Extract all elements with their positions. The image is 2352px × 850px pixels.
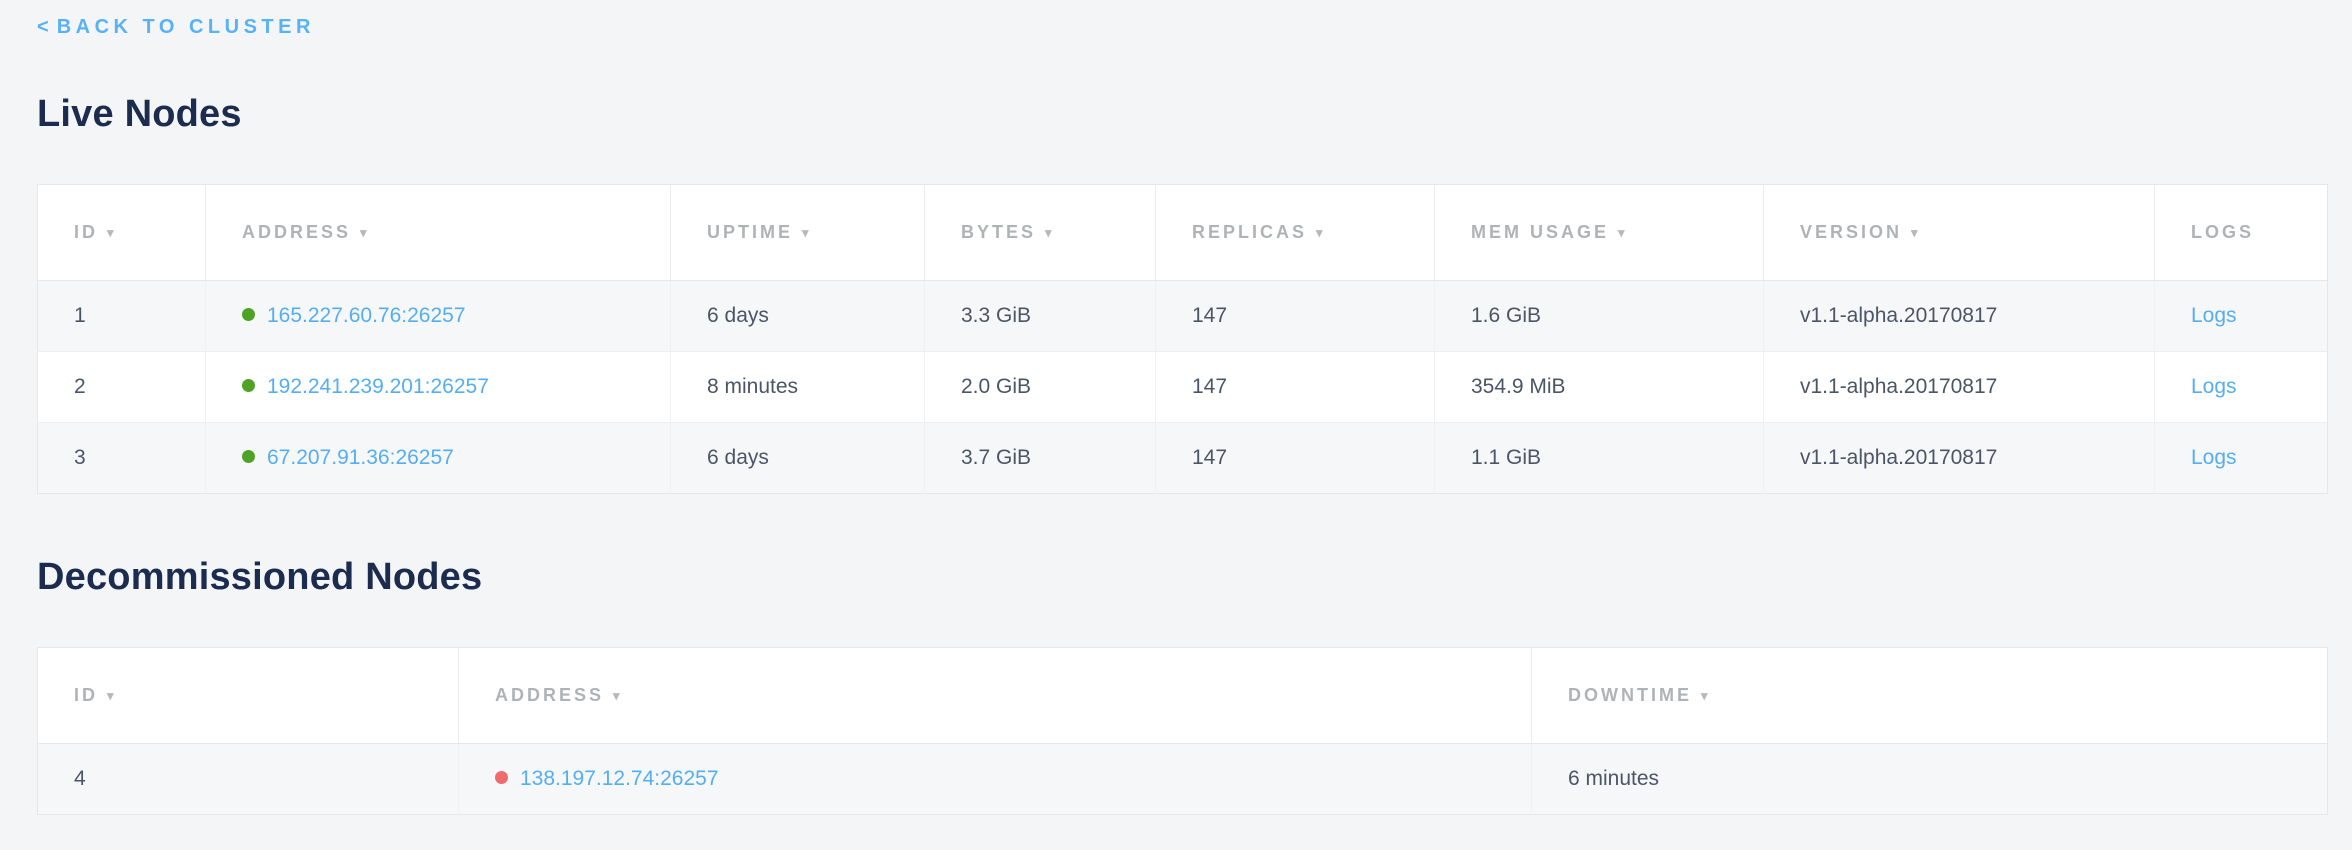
cell-replicas: 147	[1156, 423, 1435, 494]
column-header-version[interactable]: VERSION▾	[1764, 185, 2155, 281]
cell-bytes: 2.0 GiB	[925, 352, 1156, 423]
column-header-address[interactable]: ADDRESS▾	[459, 648, 1532, 744]
column-header-mem-usage[interactable]: MEM USAGE▾	[1435, 185, 1764, 281]
table-row: 2 192.241.239.201:26257 8 minutes 2.0 Gi…	[38, 352, 2328, 423]
node-address-link[interactable]: 192.241.239.201:26257	[267, 375, 489, 398]
cell-node-id: 4	[38, 744, 459, 815]
column-header-id[interactable]: ID▾	[38, 185, 206, 281]
node-logs-link[interactable]: Logs	[2191, 304, 2237, 327]
sort-arrow-icon: ▾	[802, 225, 812, 241]
sort-arrow-icon: ▾	[1045, 225, 1055, 241]
cell-node-id: 3	[38, 423, 206, 494]
cell-mem-usage: 354.9 MiB	[1435, 352, 1764, 423]
cell-logs: Logs	[2155, 423, 2328, 494]
back-link-label: BACK TO CLUSTER	[57, 16, 315, 38]
decommissioned-header-row: ID▾ ADDRESS▾ DOWNTIME▾	[38, 648, 2328, 744]
cell-node-address: 67.207.91.36:26257	[206, 423, 671, 494]
sort-arrow-icon: ▾	[1911, 225, 1921, 241]
back-chevron-icon: <	[37, 16, 49, 38]
healthy-status-dot-icon	[242, 450, 255, 463]
cell-mem-usage: 1.1 GiB	[1435, 423, 1764, 494]
page-content: < BACK TO CLUSTER Live Nodes ID▾ ADDRESS▾…	[0, 0, 2352, 815]
column-header-address[interactable]: ADDRESS▾	[206, 185, 671, 281]
sort-arrow-icon: ▾	[1618, 225, 1628, 241]
table-row: 3 67.207.91.36:26257 6 days 3.7 GiB 147 …	[38, 423, 2328, 494]
cell-logs: Logs	[2155, 352, 2328, 423]
cell-bytes: 3.7 GiB	[925, 423, 1156, 494]
cell-version: v1.1-alpha.20170817	[1764, 423, 2155, 494]
column-header-bytes[interactable]: BYTES▾	[925, 185, 1156, 281]
table-row: 4 138.197.12.74:26257 6 minutes	[38, 744, 2328, 815]
cell-replicas: 147	[1156, 281, 1435, 352]
column-header-downtime[interactable]: DOWNTIME▾	[1532, 648, 2328, 744]
node-address-link[interactable]: 138.197.12.74:26257	[520, 767, 719, 790]
column-header-uptime[interactable]: UPTIME▾	[671, 185, 925, 281]
cell-uptime: 8 minutes	[671, 352, 925, 423]
cell-uptime: 6 days	[671, 423, 925, 494]
node-address-link[interactable]: 165.227.60.76:26257	[267, 304, 466, 327]
sort-arrow-icon: ▾	[1316, 225, 1326, 241]
live-nodes-table: ID▾ ADDRESS▾ UPTIME▾ BYTES▾ REPLICAS▾ ME…	[37, 184, 2328, 494]
sort-arrow-icon: ▾	[107, 688, 117, 704]
sort-arrow-icon: ▾	[1701, 688, 1711, 704]
sort-arrow-icon: ▾	[107, 225, 117, 241]
back-to-cluster-link[interactable]: < BACK TO CLUSTER	[37, 16, 315, 39]
cell-logs: Logs	[2155, 281, 2328, 352]
cell-version: v1.1-alpha.20170817	[1764, 352, 2155, 423]
decommissioned-status-dot-icon	[495, 771, 508, 784]
sort-arrow-icon: ▾	[613, 688, 623, 704]
cell-node-address: 165.227.60.76:26257	[206, 281, 671, 352]
cell-node-id: 1	[38, 281, 206, 352]
healthy-status-dot-icon	[242, 308, 255, 321]
cell-bytes: 3.3 GiB	[925, 281, 1156, 352]
cell-mem-usage: 1.6 GiB	[1435, 281, 1764, 352]
cell-downtime: 6 minutes	[1532, 744, 2328, 815]
cell-uptime: 6 days	[671, 281, 925, 352]
column-header-id[interactable]: ID▾	[38, 648, 459, 744]
node-logs-link[interactable]: Logs	[2191, 446, 2237, 469]
decommissioned-nodes-table: ID▾ ADDRESS▾ DOWNTIME▾ 4 138.197.12.74:2…	[37, 647, 2328, 815]
cell-replicas: 147	[1156, 352, 1435, 423]
cell-node-id: 2	[38, 352, 206, 423]
column-header-replicas[interactable]: REPLICAS▾	[1156, 185, 1435, 281]
table-row: 1 165.227.60.76:26257 6 days 3.3 GiB 147…	[38, 281, 2328, 352]
node-logs-link[interactable]: Logs	[2191, 375, 2237, 398]
healthy-status-dot-icon	[242, 379, 255, 392]
cell-version: v1.1-alpha.20170817	[1764, 281, 2155, 352]
sort-arrow-icon: ▾	[360, 225, 370, 241]
live-nodes-title: Live Nodes	[37, 93, 2327, 136]
column-header-logs: LOGS	[2155, 185, 2328, 281]
cell-node-address: 138.197.12.74:26257	[459, 744, 1532, 815]
decommissioned-nodes-title: Decommissioned Nodes	[37, 556, 2327, 599]
cell-node-address: 192.241.239.201:26257	[206, 352, 671, 423]
node-address-link[interactable]: 67.207.91.36:26257	[267, 446, 454, 469]
live-header-row: ID▾ ADDRESS▾ UPTIME▾ BYTES▾ REPLICAS▾ ME…	[38, 185, 2328, 281]
